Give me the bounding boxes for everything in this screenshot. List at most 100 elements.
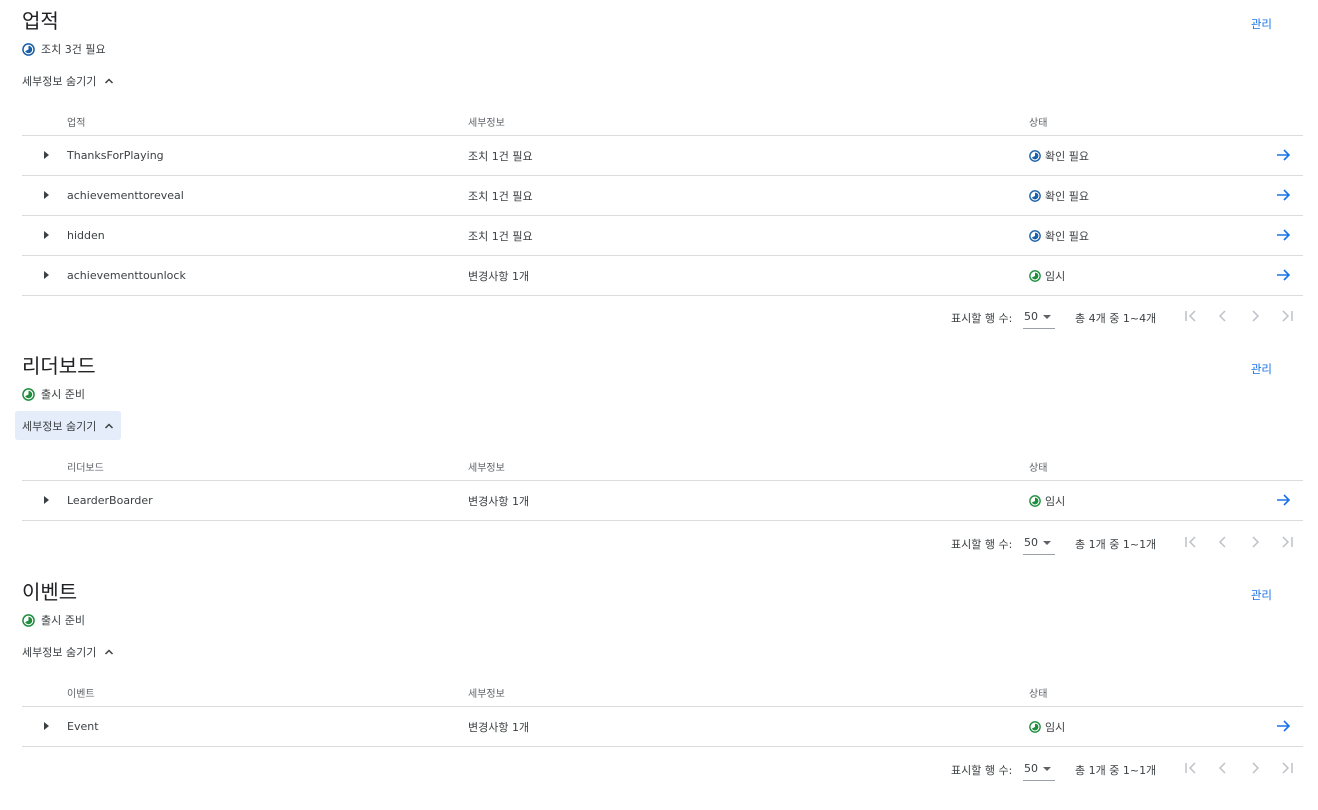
toggle-label: 세부정보 숨기기	[22, 645, 97, 659]
row-status: 확인 필요	[1029, 228, 1089, 244]
section-title: 이벤트	[22, 580, 78, 604]
section-status: 조치 3건 필요	[22, 41, 106, 57]
pagination-range: 총 4개 중 1~4개	[1075, 312, 1157, 325]
pagination-range: 총 1개 중 1~1개	[1075, 538, 1157, 551]
section-status-text: 조치 3건 필요	[41, 43, 106, 56]
last-page-icon[interactable]	[1279, 534, 1295, 550]
rows-per-page-label: 표시할 행 수:	[951, 764, 1013, 777]
arrow-right-icon[interactable]	[1276, 228, 1291, 242]
previous-page-icon[interactable]	[1215, 308, 1231, 324]
status-pie-icon	[1029, 495, 1041, 507]
column-header-name: 업적	[67, 118, 86, 129]
events-table: 이벤트 세부정보 상태 Event 변경사항 1개 임시	[22, 683, 1303, 747]
row-status-text: 임시	[1045, 270, 1066, 283]
dropdown-triangle-icon	[1043, 767, 1051, 771]
column-header-status: 상태	[1029, 463, 1048, 474]
row-name: achievementtoreveal	[67, 189, 184, 202]
next-page-icon[interactable]	[1247, 534, 1263, 550]
toggle-label: 세부정보 숨기기	[22, 74, 97, 88]
arrow-right-icon[interactable]	[1276, 719, 1291, 733]
status-pie-icon	[22, 613, 35, 627]
pagination-range: 총 1개 중 1~1개	[1075, 764, 1157, 777]
first-page-icon[interactable]	[1183, 534, 1199, 550]
row-status-text: 확인 필요	[1045, 150, 1089, 163]
table-pagination: 표시할 행 수: 50 총 1개 중 1~1개	[0, 754, 1318, 784]
hide-details-toggle[interactable]: 세부정보 숨기기	[15, 637, 121, 666]
row-status: 임시	[1029, 268, 1065, 284]
column-header-name: 이벤트	[67, 689, 95, 700]
arrow-right-icon[interactable]	[1276, 148, 1291, 162]
status-pie-icon	[1029, 721, 1041, 733]
section-status: 출시 준비	[22, 612, 85, 628]
manage-link[interactable]: 관리	[1251, 16, 1272, 32]
table-row[interactable]: Event 변경사항 1개 임시	[22, 707, 1303, 747]
table-row[interactable]: ThanksForPlaying 조치 1건 필요 확인 필요	[22, 136, 1303, 176]
rows-per-page-label: 표시할 행 수:	[951, 312, 1013, 325]
hide-details-toggle[interactable]: 세부정보 숨기기	[15, 66, 121, 95]
table-pagination: 표시할 행 수: 50 총 1개 중 1~1개	[0, 528, 1318, 558]
table-row[interactable]: achievementtoreveal 조치 1건 필요 확인 필요	[22, 176, 1303, 216]
row-detail: 조치 1건 필요	[468, 230, 533, 243]
caret-right-icon[interactable]	[44, 151, 49, 159]
row-status: 확인 필요	[1029, 188, 1089, 204]
section-status-text: 출시 준비	[41, 388, 85, 401]
row-name: Event	[67, 720, 99, 733]
arrow-right-icon[interactable]	[1276, 493, 1291, 507]
column-header-name: 리더보드	[67, 463, 104, 474]
previous-page-icon[interactable]	[1215, 534, 1231, 550]
rows-per-page-select[interactable]: 50	[1023, 305, 1055, 329]
caret-right-icon[interactable]	[44, 231, 49, 239]
last-page-icon[interactable]	[1279, 308, 1295, 324]
column-header-detail: 세부정보	[468, 689, 505, 700]
column-header-detail: 세부정보	[468, 118, 505, 129]
status-pie-icon	[1029, 270, 1041, 282]
manage-link[interactable]: 관리	[1251, 361, 1272, 377]
status-pie-icon	[22, 42, 35, 56]
dropdown-triangle-icon	[1043, 315, 1051, 319]
caret-right-icon[interactable]	[44, 722, 49, 730]
table-row[interactable]: hidden 조치 1건 필요 확인 필요	[22, 216, 1303, 256]
row-name: hidden	[67, 229, 105, 242]
chevron-up-icon	[105, 422, 114, 429]
rows-per-page-value: 50	[1024, 762, 1038, 775]
rows-per-page-select[interactable]: 50	[1023, 531, 1055, 555]
chevron-up-icon	[105, 77, 114, 84]
last-page-icon[interactable]	[1279, 760, 1295, 776]
leaderboards-table: 리더보드 세부정보 상태 LearderBoarder 변경사항 1개 임시	[22, 457, 1303, 521]
table-row[interactable]: achievementtounlock 변경사항 1개 임시	[22, 256, 1303, 296]
arrow-right-icon[interactable]	[1276, 188, 1291, 202]
status-pie-icon	[22, 387, 35, 401]
row-detail: 조치 1건 필요	[468, 190, 533, 203]
row-status-text: 임시	[1045, 495, 1066, 508]
column-header-detail: 세부정보	[468, 463, 505, 474]
arrow-right-icon[interactable]	[1276, 268, 1291, 282]
row-detail: 변경사항 1개	[468, 270, 530, 283]
section-title: 리더보드	[22, 354, 96, 378]
table-header: 리더보드 세부정보 상태	[22, 457, 1303, 481]
status-pie-icon	[1029, 230, 1041, 242]
hide-details-toggle[interactable]: 세부정보 숨기기	[15, 411, 122, 440]
first-page-icon[interactable]	[1183, 308, 1199, 324]
table-header: 이벤트 세부정보 상태	[22, 683, 1303, 707]
table-pagination: 표시할 행 수: 50 총 4개 중 1~4개	[0, 302, 1318, 332]
rows-per-page-select[interactable]: 50	[1023, 757, 1055, 781]
dropdown-triangle-icon	[1043, 541, 1051, 545]
status-pie-icon	[1029, 190, 1041, 202]
previous-page-icon[interactable]	[1215, 760, 1231, 776]
row-name: LearderBoarder	[67, 494, 153, 507]
next-page-icon[interactable]	[1247, 760, 1263, 776]
caret-right-icon[interactable]	[44, 271, 49, 279]
section-status: 출시 준비	[22, 386, 85, 402]
rows-per-page-label: 표시할 행 수:	[951, 538, 1013, 551]
caret-right-icon[interactable]	[44, 496, 49, 504]
row-detail: 변경사항 1개	[468, 495, 530, 508]
manage-link[interactable]: 관리	[1251, 587, 1272, 603]
caret-right-icon[interactable]	[44, 191, 49, 199]
row-detail: 조치 1건 필요	[468, 150, 533, 163]
row-name: achievementtounlock	[67, 269, 186, 282]
chevron-up-icon	[105, 648, 114, 655]
toggle-label: 세부정보 숨기기	[22, 419, 97, 433]
table-row[interactable]: LearderBoarder 변경사항 1개 임시	[22, 481, 1303, 521]
first-page-icon[interactable]	[1183, 760, 1199, 776]
next-page-icon[interactable]	[1247, 308, 1263, 324]
